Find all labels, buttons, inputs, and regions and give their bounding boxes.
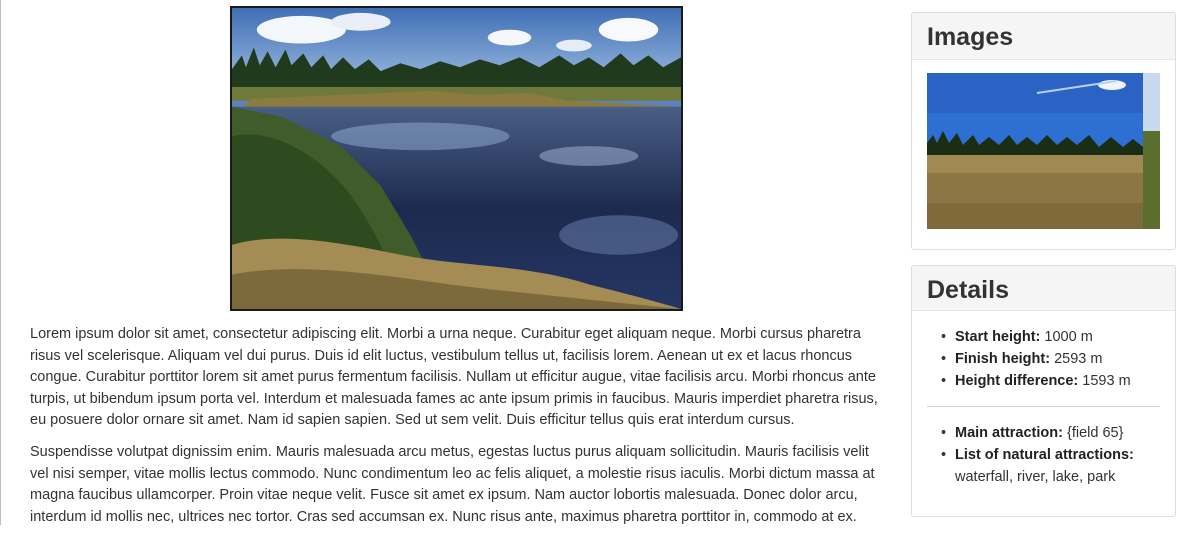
detail-main-attraction: Main attraction: {field 65}	[941, 422, 1161, 444]
lake-photo	[232, 8, 681, 309]
attractions-list: Main attraction: {field 65} List of natu…	[941, 422, 1161, 488]
details-panel-title: Details	[927, 276, 1009, 304]
image-carousel[interactable]	[927, 73, 1160, 229]
detail-value: 1000 m	[1044, 329, 1093, 345]
details-panel-header: Details	[912, 266, 1175, 311]
paragraph: Suspendisse volutpat dignissim enim. Mau…	[30, 443, 875, 525]
images-panel-header: Images	[912, 13, 1175, 60]
detail-label: List of natural attractions:	[955, 447, 1134, 463]
images-panel-title: Images	[927, 23, 1014, 51]
detail-value: 1593 m	[1082, 373, 1131, 389]
detail-finish-height: Finish height: 2593 m	[941, 348, 1161, 370]
left-border	[0, 0, 1, 525]
detail-label: Main attraction:	[955, 425, 1063, 441]
heights-list: Start height: 1000 m Finish height: 2593…	[941, 326, 1161, 392]
detail-value: waterfall, river, lake, park	[955, 469, 1116, 485]
hero-image[interactable]	[230, 6, 683, 311]
details-panel: Details Start height: 1000 m Finish heig…	[911, 265, 1176, 517]
detail-height-difference: Height difference: 1593 m	[941, 370, 1161, 392]
detail-label: Start height:	[955, 329, 1041, 345]
meadow-thumbnail[interactable]	[927, 73, 1160, 229]
details-divider	[927, 406, 1160, 407]
article-body: Lorem ipsum dolor sit amet, consectetur …	[30, 324, 880, 538]
paragraph: Lorem ipsum dolor sit amet, consectetur …	[30, 326, 878, 429]
detail-start-height: Start height: 1000 m	[941, 326, 1161, 348]
detail-label: Finish height:	[955, 351, 1051, 367]
detail-value: {field 65}	[1066, 425, 1124, 441]
detail-value: 2593 m	[1054, 351, 1103, 367]
detail-natural-attractions: List of natural attractions: waterfall, …	[941, 444, 1161, 488]
images-panel: Images	[911, 12, 1176, 250]
detail-label: Height difference:	[955, 373, 1079, 389]
